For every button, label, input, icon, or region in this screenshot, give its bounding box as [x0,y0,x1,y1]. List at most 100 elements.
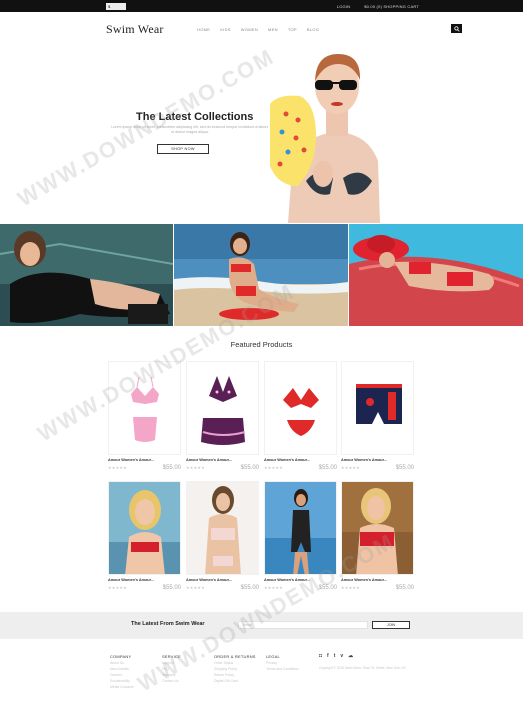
shop-now-button[interactable]: SHOP NOW [157,144,209,154]
site-logo[interactable]: Swim Wear [106,22,164,37]
product-name[interactable]: Amour Women's Amour... [186,578,259,582]
product-image[interactable] [341,481,414,575]
nav-women[interactable]: WOMEN [241,27,258,32]
product-name[interactable]: Amour Women's Amour... [264,458,337,462]
product-name[interactable]: Amour Women's Amour... [108,578,181,582]
product-card[interactable]: Amour Women's Amour... ★★★★★ $55.00 [341,361,414,471]
footer-column-orders: ORDER & RETURNS Order Status Shipping Po… [214,654,256,683]
product-name[interactable]: Amour Women's Amour... [341,458,414,462]
newsletter-title: The Latest From Swim Wear [131,621,205,627]
site-footer: COMPANY About Us New Arrivals Careers Su… [0,639,523,710]
product-image[interactable] [186,361,259,455]
social-links: ◘ f t v ☁ [319,653,353,659]
product-price: $55.00 [395,585,414,591]
product-image[interactable] [186,481,259,575]
product-image[interactable] [264,361,337,455]
email-field[interactable]: Email [238,621,368,629]
footer-link[interactable]: Careers [110,673,134,677]
footer-link[interactable]: Shipping Policy [214,667,256,671]
product-price: $55.00 [395,465,414,471]
footer-link[interactable]: Media Contacts [110,685,134,689]
product-card[interactable]: Amour Women's Amour... ★★★★★ $55.00 [108,361,181,471]
footer-link[interactable]: FAQ [162,667,181,671]
hero-section: The Latest Collections Lorem ipsum dolor… [0,46,523,223]
currency-label: $ [108,3,111,9]
facebook-icon[interactable]: f [327,653,329,659]
product-rating: ★★★★★ [341,585,360,590]
footer-link[interactable]: Order Status [214,661,256,665]
footer-column-legal: LEGAL Privacy Terms and Conditions [266,654,299,671]
product-card[interactable]: Amour Women's Amour... ★★★★★ $55.00 [264,361,337,471]
footer-link[interactable]: Contact Us [162,679,181,683]
footer-heading: LEGAL [266,654,280,659]
product-price: $55.00 [162,585,181,591]
footer-link[interactable]: Terms and Conditions [266,667,299,671]
product-name[interactable]: Amour Women's Amour... [186,458,259,462]
footer-link[interactable]: Sustainability [110,679,134,683]
footer-heading: COMPANY [110,654,132,659]
main-nav: HOME KIDS WOMEN MEN TOP BLOG [197,27,319,32]
footer-link[interactable]: Digital Gift Card [214,679,256,683]
footer-link[interactable]: Privacy [266,661,299,665]
hero-subtitle: Lorem ipsum dolor sit amet, consectetur … [111,125,269,134]
product-rating: ★★★★★ [108,465,127,470]
product-rating: ★★★★★ [264,585,283,590]
twitter-icon[interactable]: t [334,653,336,659]
product-rating: ★★★★★ [186,585,205,590]
product-name[interactable]: Amour Women's Amour... [341,578,414,582]
product-image[interactable] [108,361,181,455]
hero-title: The Latest Collections [136,111,254,123]
product-price: $55.00 [240,465,259,471]
product-rating: ★★★★★ [186,465,205,470]
product-card[interactable]: Amour Women's Amour... ★★★★★ $55.00 [108,481,181,591]
nav-men[interactable]: MEN [268,27,278,32]
product-rating: ★★★★★ [341,465,360,470]
currency-selector[interactable]: $ [106,2,126,10]
login-link[interactable]: LOGIN [337,4,350,9]
newsletter-bar: The Latest From Swim Wear Email JOIN [0,612,523,639]
product-image[interactable] [341,361,414,455]
vimeo-icon[interactable]: v [340,653,343,659]
product-price: $55.00 [318,585,337,591]
cloud-icon[interactable]: ☁ [348,653,353,659]
cart-link[interactable]: $0.00 (0) SHOPPING CART [364,4,419,9]
footer-link[interactable]: Return Policy [214,673,256,677]
footer-link[interactable]: Warranty [162,673,181,677]
footer-link[interactable]: New Arrivals [110,667,134,671]
footer-column-company: COMPANY About Us New Arrivals Careers Su… [110,654,134,689]
instagram-icon[interactable]: ◘ [319,653,322,659]
nav-blog[interactable]: BLOG [307,27,319,32]
product-name[interactable]: Amour Women's Amour... [264,578,337,582]
product-card[interactable]: Amour Women's Amour... ★★★★★ $55.00 [186,361,259,471]
product-rating: ★★★★★ [264,465,283,470]
featured-title: Featured Products [230,340,293,349]
join-button[interactable]: JOIN [372,621,410,629]
site-header: Swim Wear HOME KIDS WOMEN MEN TOP BLOG [0,12,523,46]
nav-top[interactable]: TOP [288,27,297,32]
banner-beach[interactable] [174,224,348,326]
footer-column-service: SERVICE Support FAQ Warranty Contact Us [162,654,181,683]
search-icon [453,25,460,32]
product-image[interactable] [264,481,337,575]
footer-address: Copyright © 2016 Swim Wear. Store St. St… [319,666,407,670]
product-price: $55.00 [240,585,259,591]
nav-home[interactable]: HOME [197,27,210,32]
product-rating: ★★★★★ [108,585,127,590]
product-name[interactable]: Amour Women's Amour... [108,458,181,462]
hero-model-photo [268,46,398,223]
search-button[interactable] [451,24,462,33]
nav-kids[interactable]: KIDS [220,27,231,32]
banner-pool[interactable] [0,224,173,326]
product-price: $55.00 [318,465,337,471]
top-bar: $ LOGIN $0.00 (0) SHOPPING CART [0,0,523,12]
footer-heading: ORDER & RETURNS [214,654,256,659]
product-card[interactable]: Amour Women's Amour... ★★★★★ $55.00 [341,481,414,591]
footer-heading: SERVICE [162,654,181,659]
product-card[interactable]: Amour Women's Amour... ★★★★★ $55.00 [264,481,337,591]
footer-link[interactable]: About Us [110,661,134,665]
product-card[interactable]: Amour Women's Amour... ★★★★★ $55.00 [186,481,259,591]
banner-float[interactable] [349,224,523,326]
product-price: $55.00 [162,465,181,471]
footer-link[interactable]: Support [162,661,181,665]
product-image[interactable] [108,481,181,575]
